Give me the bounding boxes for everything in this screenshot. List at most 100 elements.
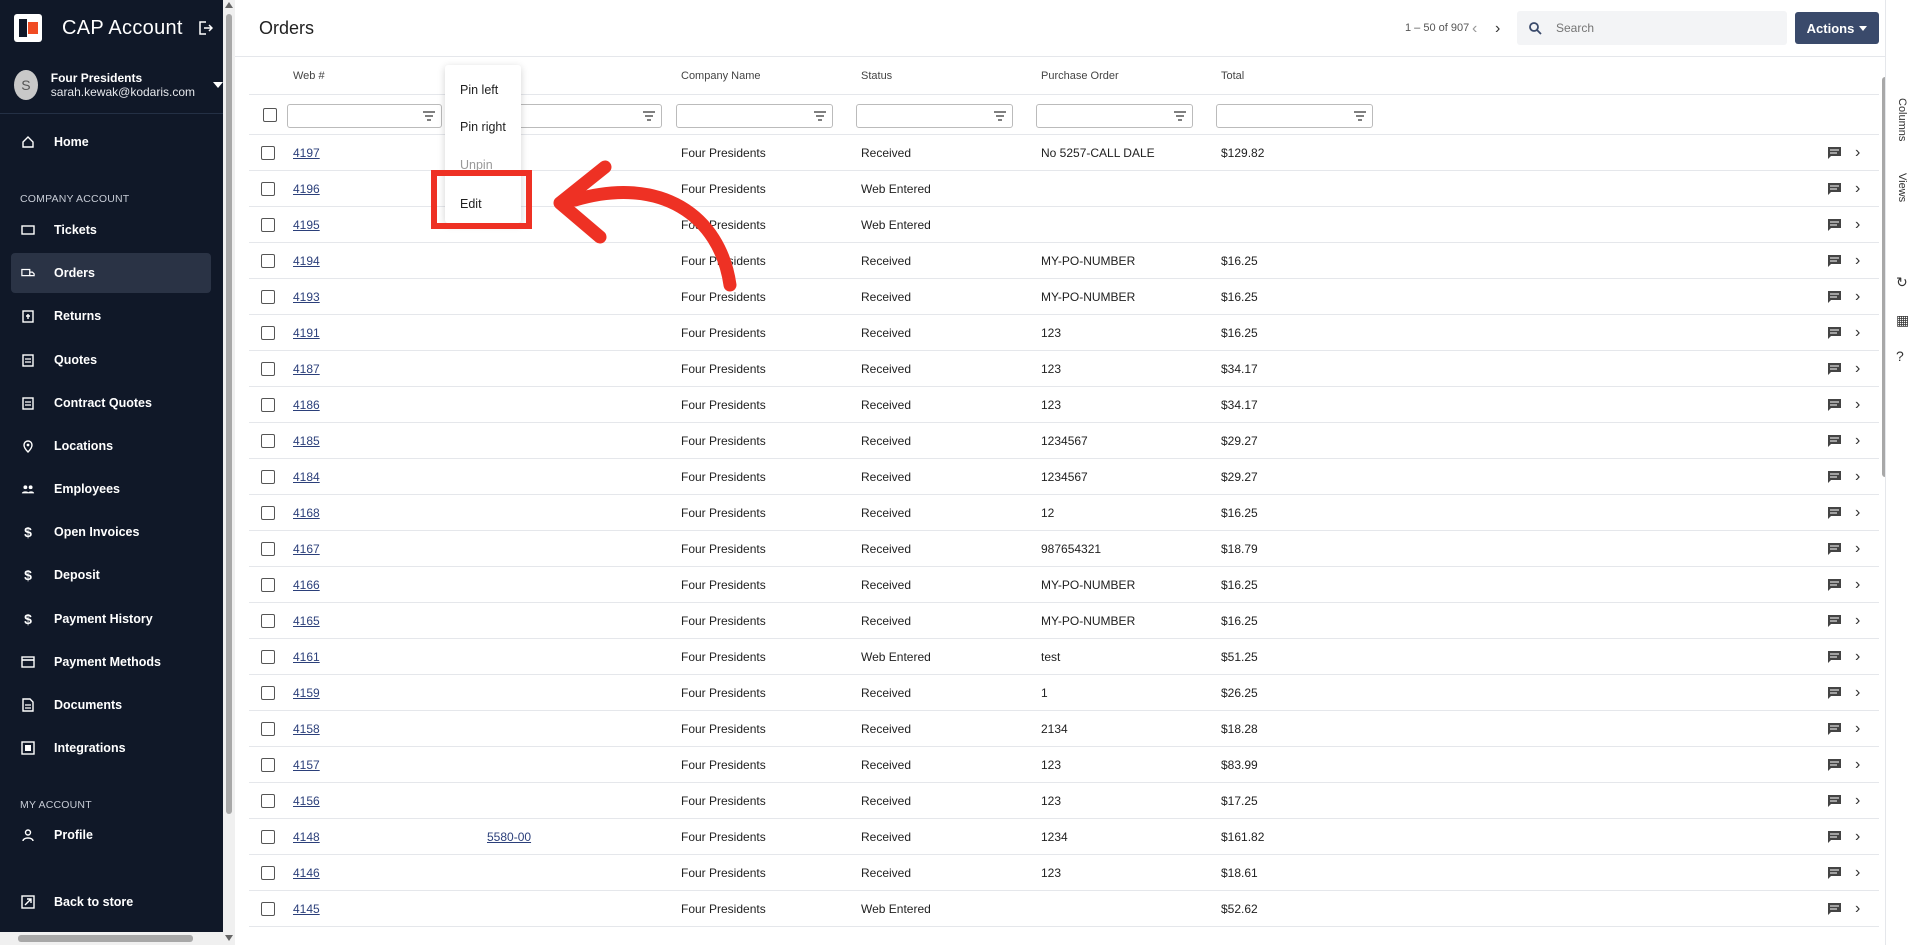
comment-icon[interactable] xyxy=(1827,578,1842,592)
comment-icon[interactable] xyxy=(1827,758,1842,772)
row-checkbox[interactable] xyxy=(261,830,275,844)
scroll-up-arrow-icon[interactable] xyxy=(225,2,233,8)
user-switcher[interactable]: S Four Presidents sarah.kewak@kodaris.co… xyxy=(0,56,223,114)
sidebar-item-employees[interactable]: Employees xyxy=(11,469,211,509)
row-checkbox[interactable] xyxy=(261,218,275,232)
sidebar-vertical-scrollbar[interactable] xyxy=(223,0,235,945)
chevron-right-icon[interactable]: › xyxy=(1855,144,1860,162)
row-checkbox[interactable] xyxy=(261,398,275,412)
row-checkbox[interactable] xyxy=(261,902,275,916)
row-checkbox[interactable] xyxy=(261,866,275,880)
table-row[interactable]: 4161 Four Presidents Web Entered test $51.25… xyxy=(249,639,1879,675)
refresh-icon[interactable]: ↻ xyxy=(1896,274,1908,291)
order-web-link[interactable]: 4157 xyxy=(293,758,320,772)
order-web-link[interactable]: 4193 xyxy=(293,290,320,304)
chevron-right-icon[interactable]: › xyxy=(1855,720,1860,738)
comment-icon[interactable] xyxy=(1827,434,1842,448)
scrollbar-thumb[interactable] xyxy=(226,14,232,814)
order-web-link[interactable]: 4197 xyxy=(293,146,320,160)
sidebar-horizontal-scrollbar[interactable] xyxy=(0,932,223,945)
sidebar-item-tickets[interactable]: Tickets xyxy=(11,210,211,250)
chevron-right-icon[interactable]: › xyxy=(1855,540,1860,558)
order-web-link[interactable]: 4165 xyxy=(293,614,320,628)
comment-icon[interactable] xyxy=(1827,254,1842,268)
comment-icon[interactable] xyxy=(1827,290,1842,304)
sidebar-item-home[interactable]: Home xyxy=(11,122,211,162)
sidebar-item-documents[interactable]: Documents xyxy=(11,685,211,725)
row-checkbox[interactable] xyxy=(261,614,275,628)
logout-icon[interactable] xyxy=(197,20,213,36)
table-row[interactable]: 4145 Four Presidents Web Entered $52.62 › xyxy=(249,891,1879,927)
columns-panel-tab[interactable]: Columns xyxy=(1896,98,1908,141)
sidebar-item-payment-methods[interactable]: Payment Methods xyxy=(11,642,211,682)
table-row[interactable]: 4185 Four Presidents Received 1234567 $29.27… xyxy=(249,423,1879,459)
actions-button[interactable]: Actions xyxy=(1795,12,1879,44)
sidebar-item-profile[interactable]: Profile xyxy=(11,815,211,855)
chevron-right-icon[interactable]: › xyxy=(1855,684,1860,702)
sidebar-item-payment-history[interactable]: $ Payment History xyxy=(11,599,211,639)
order-web-link[interactable]: 4158 xyxy=(293,722,320,736)
comment-icon[interactable] xyxy=(1827,182,1842,196)
table-row[interactable]: 4166 Four Presidents Received MY-PO-NUMBER $… xyxy=(249,567,1879,603)
previous-page-icon[interactable]: ‹ xyxy=(1472,20,1477,38)
order-web-link[interactable]: 4168 xyxy=(293,506,320,520)
search-input[interactable] xyxy=(1556,21,1756,35)
filter-status[interactable] xyxy=(856,104,1013,128)
order-secondary-link[interactable]: 5580-00 xyxy=(487,830,531,844)
table-row[interactable]: 4159 Four Presidents Received 1 $26.25 › xyxy=(249,675,1879,711)
column-header-status[interactable]: Status xyxy=(861,70,892,82)
order-web-link[interactable]: 4186 xyxy=(293,398,320,412)
comment-icon[interactable] xyxy=(1827,146,1842,160)
order-web-link[interactable]: 4146 xyxy=(293,866,320,880)
filter-company[interactable] xyxy=(676,104,833,128)
comment-icon[interactable] xyxy=(1827,614,1842,628)
chevron-right-icon[interactable]: › xyxy=(1855,648,1860,666)
order-web-link[interactable]: 4194 xyxy=(293,254,320,268)
chevron-right-icon[interactable]: › xyxy=(1855,432,1860,450)
chevron-right-icon[interactable]: › xyxy=(1855,360,1860,378)
row-checkbox[interactable] xyxy=(261,686,275,700)
order-web-link[interactable]: 4187 xyxy=(293,362,320,376)
filter-column-2[interactable] xyxy=(507,104,662,128)
chevron-right-icon[interactable]: › xyxy=(1855,756,1860,774)
comment-icon[interactable] xyxy=(1827,542,1842,556)
column-header-purchase-order[interactable]: Purchase Order xyxy=(1041,70,1119,82)
row-checkbox[interactable] xyxy=(261,326,275,340)
views-panel-tab[interactable]: Views xyxy=(1896,173,1908,202)
order-web-link[interactable]: 4156 xyxy=(293,794,320,808)
row-checkbox[interactable] xyxy=(261,506,275,520)
table-row[interactable]: 4165 Four Presidents Received MY-PO-NUMBER $… xyxy=(249,603,1879,639)
table-row[interactable]: 4191 Four Presidents Received 123 $16.25 › xyxy=(249,315,1879,351)
order-web-link[interactable]: 4166 xyxy=(293,578,320,592)
order-web-link[interactable]: 4196 xyxy=(293,182,320,196)
chevron-right-icon[interactable]: › xyxy=(1855,252,1860,270)
sidebar-item-returns[interactable]: Returns xyxy=(11,296,211,336)
table-row[interactable]: 4187 Four Presidents Received 123 $34.17 › xyxy=(249,351,1879,387)
chevron-right-icon[interactable]: › xyxy=(1855,828,1860,846)
comment-icon[interactable] xyxy=(1827,722,1842,736)
chevron-right-icon[interactable]: › xyxy=(1855,900,1860,918)
chevron-right-icon[interactable]: › xyxy=(1855,468,1860,486)
menu-item-pin-left[interactable]: Pin left xyxy=(460,83,498,97)
chevron-right-icon[interactable]: › xyxy=(1855,612,1860,630)
order-web-link[interactable]: 4159 xyxy=(293,686,320,700)
filter-total[interactable] xyxy=(1216,104,1373,128)
row-checkbox[interactable] xyxy=(261,182,275,196)
chevron-right-icon[interactable]: › xyxy=(1855,504,1860,522)
row-checkbox[interactable] xyxy=(261,650,275,664)
chevron-right-icon[interactable]: › xyxy=(1855,288,1860,306)
comment-icon[interactable] xyxy=(1827,362,1842,376)
caret-down-icon[interactable] xyxy=(213,81,223,88)
chevron-right-icon[interactable]: › xyxy=(1855,576,1860,594)
row-checkbox[interactable] xyxy=(261,470,275,484)
chevron-right-icon[interactable]: › xyxy=(1855,864,1860,882)
column-header-company[interactable]: Company Name xyxy=(681,70,760,82)
table-row[interactable]: 4168 Four Presidents Received 12 $16.25 › xyxy=(249,495,1879,531)
column-header-web[interactable]: Web # xyxy=(293,70,325,82)
table-row[interactable]: 4193 Four Presidents Received MY-PO-NUMBER $… xyxy=(249,279,1879,315)
grid-icon[interactable]: ▦ xyxy=(1896,312,1909,329)
comment-icon[interactable] xyxy=(1827,866,1842,880)
column-header-total[interactable]: Total xyxy=(1221,70,1244,82)
row-checkbox[interactable] xyxy=(261,722,275,736)
chevron-right-icon[interactable]: › xyxy=(1855,324,1860,342)
